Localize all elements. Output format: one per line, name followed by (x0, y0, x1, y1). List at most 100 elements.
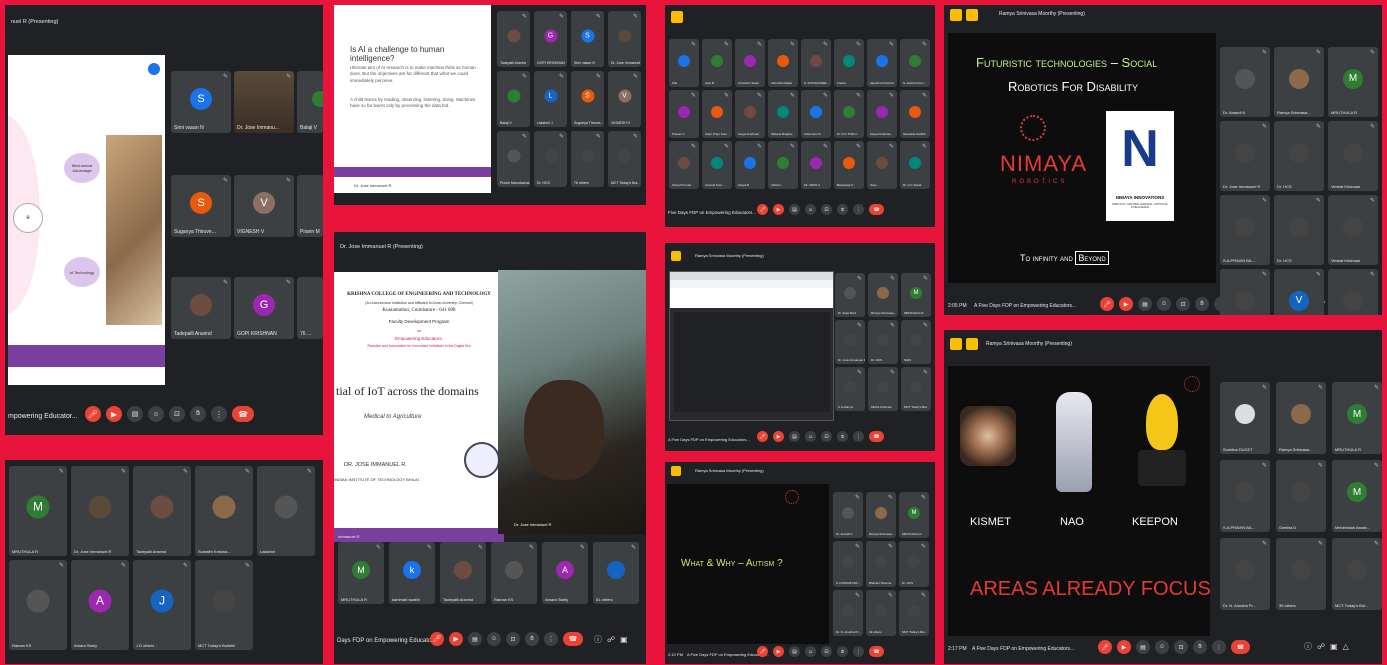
participant-tile-6[interactable]: Pravin M (297, 175, 323, 237)
participant-tile[interactable]: ✎ Ramya Srinivasa... (868, 273, 898, 317)
camera-toggle-button[interactable]: ▶ (106, 406, 122, 422)
participant-tile[interactable]: ✎ Ramya Srinivasa... (1276, 382, 1326, 454)
present-button[interactable]: ⊡ (1174, 640, 1188, 654)
participant-tile[interactable]: M ✎ MRUTHULA R (901, 273, 931, 317)
participant-tile[interactable]: ✎ S.A.Ramya (835, 367, 865, 411)
participant-tile[interactable]: J ✎ J D others (133, 560, 191, 650)
participant-tile-4[interactable]: S ✎ Suganya Thiruve... (171, 175, 231, 237)
participant-tile[interactable]: ✎ Dr. H.C.Sekar (900, 141, 930, 189)
participant-tile[interactable]: ✎ Dr. Arasi Rani (835, 273, 865, 317)
participant-tile[interactable]: M ✎ MRUTHULA R (338, 542, 384, 604)
participant-tile[interactable]: ✎ Dr. Anandi K (1220, 47, 1270, 117)
present-button[interactable]: ⊡ (821, 204, 832, 215)
end-call-button[interactable]: ☎ (869, 204, 884, 215)
mic-toggle-button[interactable]: 🎤︎ (430, 632, 444, 646)
mic-toggle-button[interactable]: 🎤︎ (1100, 297, 1114, 311)
participant-tile[interactable]: ✎MCT Today's Bul... (608, 131, 641, 187)
emoji-button[interactable]: ☺ (805, 431, 816, 442)
participant-tile[interactable]: ✎ S. KATHIGAISEL... (801, 39, 831, 87)
raise-hand-button[interactable]: ✋︎ (837, 204, 848, 215)
participant-tile[interactable]: ✎ Anuharini Sivan (735, 39, 765, 87)
end-call-button[interactable]: ☎ (563, 632, 583, 646)
chat-icon[interactable]: ▣ (620, 635, 628, 644)
info-icon[interactable]: ⓘ (1304, 641, 1312, 652)
captions-button[interactable]: ▤ (1136, 640, 1150, 654)
participant-tile[interactable]: ✎ Aravind Kum... (702, 141, 732, 189)
participant-tile[interactable]: S ✎ Suganya Thiruve... (571, 71, 604, 127)
participant-tile[interactable]: ✎ Ramya Srinivasa... (866, 492, 896, 538)
end-call-button[interactable]: ☎ (869, 646, 884, 657)
mic-toggle-button[interactable]: 🎤︎ (757, 646, 768, 657)
participant-tile-2[interactable]: ✎ Dr. Jose Immanu... (234, 71, 294, 133)
people-icon[interactable]: ☍ (607, 635, 615, 644)
participant-tile[interactable]: A ✎ Amara Starly (71, 560, 129, 650)
participant-tile[interactable]: ✎ Sweethie Karthik (900, 90, 930, 138)
participant-tile[interactable]: ✎ Dr. HCS (1274, 121, 1324, 191)
participant-tile[interactable]: A ✎ Amara Starly (542, 542, 588, 604)
participant-tile[interactable]: ✎ Sumathi Krishna... (195, 466, 253, 556)
participant-tile[interactable]: ✎ Balaji V (497, 71, 530, 127)
participant-tile[interactable]: ✎MCT Today's Bul... (1332, 538, 1382, 610)
info-icon[interactable]: ⓘ (594, 634, 602, 645)
people-icon[interactable]: ☍ (1317, 642, 1325, 651)
participant-tile[interactable]: ✎ Pranav C (669, 90, 699, 138)
raise-hand-button[interactable]: ✋︎ (190, 406, 206, 422)
participant-tile[interactable]: ✎ Pravin Marudachal... (497, 131, 530, 187)
participant-tile-8[interactable]: G ✎ GOPI KRISHNAN (234, 277, 294, 339)
participant-tile[interactable]: ✎ Sumitha DUCET (1220, 382, 1270, 454)
captions-button[interactable]: ▤ (127, 406, 143, 422)
more-options-icon[interactable]: ⋮ (853, 431, 864, 442)
participant-tile[interactable]: V ✎ VIGNESH V (608, 71, 641, 127)
participant-tile[interactable]: ✎MCT Today's Bul... (899, 590, 929, 636)
mic-toggle-button[interactable]: 🎤︎ (1098, 640, 1112, 654)
present-button[interactable]: ⊡ (506, 632, 520, 646)
participant-tile[interactable]: ✎ Anbumani S... (801, 90, 831, 138)
camera-toggle-button[interactable]: ▶ (1117, 640, 1131, 654)
end-call-button[interactable]: ☎ (869, 431, 884, 442)
participant-tile[interactable]: ✎ Tadepalli Aravind (440, 542, 486, 604)
participant-tile[interactable]: ✎ Lakshmi (257, 466, 315, 556)
raise-hand-button[interactable]: ✋︎ (1195, 297, 1209, 311)
participant-tile[interactable]: ✎ Cleiton (834, 39, 864, 87)
participant-tile[interactable]: ✎Dr. N. Anusha Pr... (1220, 269, 1270, 315)
participant-tile[interactable]: ✎ 39 others (1276, 538, 1326, 610)
participant-tile[interactable]: ✎ Nikhil (901, 320, 931, 364)
participant-tile[interactable]: ✎ Dr. Jose Immanuel R (835, 320, 865, 364)
participant-tile[interactable]: ✎ Raman KS (9, 560, 67, 650)
emoji-button[interactable]: ☺ (1155, 640, 1169, 654)
participant-tile[interactable]: M ✎ MRUTHULA R (899, 492, 929, 538)
activities-icon[interactable]: △ (1343, 642, 1349, 651)
camera-toggle-button[interactable]: ▶ (449, 632, 463, 646)
emoji-button[interactable]: ☺ (487, 632, 501, 646)
participant-tile[interactable]: ✎ Kavya Krishnan (867, 90, 897, 138)
participant-tile[interactable]: ✎ Dr. R.V. Prithvi... (834, 90, 864, 138)
participant-tile[interactable]: k ✎ kammari swathi (389, 542, 435, 604)
participant-tile[interactable]: ✎ Dr. HCS (868, 320, 898, 364)
participant-tile[interactable]: ✎ S. Aravind Kum... (900, 39, 930, 87)
more-options-icon[interactable]: ⋮ (1212, 640, 1226, 654)
captions-button[interactable]: ▤ (1138, 297, 1152, 311)
participant-tile[interactable]: ✎ Dr. HCS (899, 541, 929, 587)
participant-tile[interactable]: ✎ Dr. Jose Immanuel R (71, 466, 129, 556)
participant-tile[interactable]: ✎ Dr. HCS (534, 131, 567, 187)
participant-tile-3[interactable]: Balaji V (297, 71, 323, 133)
raise-hand-button[interactable]: ✋︎ (837, 431, 848, 442)
participant-tile[interactable]: ✎ S.A.PRAVIN BA... (833, 541, 863, 587)
participant-tile[interactable]: ✎ Ashwin... (768, 141, 798, 189)
captions-button[interactable]: ▤ (468, 632, 482, 646)
participant-tile[interactable]: ✎MCT Today's Bul... (1328, 269, 1378, 315)
camera-toggle-button[interactable]: ▶ (773, 646, 784, 657)
participant-tile[interactable]: ✎ Dr. Jose Immanuel R (1220, 121, 1270, 191)
participant-tile[interactable]: ✎ Bhavani Sharma (866, 541, 896, 587)
present-button[interactable]: ⊡ (169, 406, 185, 422)
participant-tile[interactable]: ✎Dr. N. Anusha Pr... (1220, 538, 1270, 610)
emoji-button[interactable]: ☺ (148, 406, 164, 422)
captions-button[interactable]: ▤ (789, 204, 800, 215)
participant-tile[interactable]: ✎ Kavya R (735, 141, 765, 189)
more-options-icon[interactable]: ⋮ (853, 204, 864, 215)
camera-toggle-button[interactable]: ▶ (773, 431, 784, 442)
participant-tile[interactable]: ✎ Ramya Srinivasa... (1274, 47, 1324, 117)
mic-toggle-button[interactable]: 🎤︎ (757, 204, 768, 215)
participant-tile[interactable]: G ✎ GOPI KRISHNAN (534, 11, 567, 67)
emoji-button[interactable]: ☺ (1157, 297, 1171, 311)
